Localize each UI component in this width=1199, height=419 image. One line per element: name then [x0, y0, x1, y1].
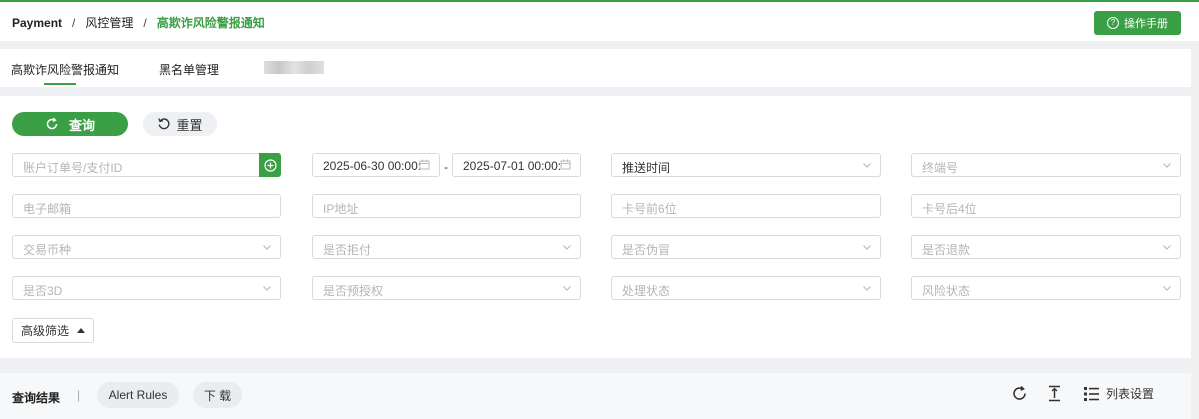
calendar-icon [419, 159, 430, 170]
breadcrumb-separator: / [143, 15, 147, 30]
push-time-value: 推送时间 [622, 161, 671, 175]
preauth-select[interactable]: 是否预授权 [312, 276, 581, 300]
results-toolbar: 查询结果 | Alert Rules 下 载 列表设置 [0, 373, 1191, 419]
tab-bar: 高欺诈风险警报通知 黑名单管理 [0, 49, 1191, 87]
terminal-no-select[interactable]: 终端号 [911, 153, 1181, 177]
chevron-down-icon [263, 286, 271, 291]
3d-placeholder: 是否3D [23, 284, 63, 298]
column-settings-label: 列表设置 [1106, 387, 1155, 401]
reset-button-label: 重置 [176, 117, 203, 133]
start-date-picker[interactable]: 2025-06-30 00:00: [312, 153, 440, 177]
process-status-select[interactable]: 处理状态 [611, 276, 881, 300]
download-button[interactable]: 下 载 [193, 382, 242, 408]
breadcrumb-current: 高欺诈风险警报通知 [156, 16, 265, 30]
results-separator: | [77, 388, 81, 402]
column-height-icon[interactable] [1047, 385, 1062, 402]
manual-button-label: 操作手册 [1124, 18, 1168, 30]
order-id-placeholder: 账户订单号/支付ID [23, 161, 123, 175]
query-button-label: 查询 [68, 117, 95, 133]
push-time-select[interactable]: 推送时间 [611, 153, 881, 177]
declined-select[interactable]: 是否拒付 [312, 235, 581, 259]
end-date-value: 2025-07-01 00:00: [463, 159, 562, 173]
ip-input[interactable]: IP地址 [312, 194, 581, 218]
refresh-icon [46, 117, 58, 130]
chevron-down-icon [1163, 286, 1171, 291]
chevron-down-icon [1163, 245, 1171, 250]
plus-circle-icon [263, 158, 277, 172]
chevron-down-icon [863, 286, 871, 291]
order-id-input[interactable]: 账户订单号/支付ID [12, 153, 260, 177]
query-button[interactable]: 查询 [12, 112, 128, 136]
refund-placeholder: 是否退款 [922, 243, 971, 257]
card-last4-placeholder: 卡号后4位 [922, 202, 977, 216]
fake-select[interactable]: 是否伪冒 [611, 235, 881, 259]
breadcrumb: Payment / 风控管理 / 高欺诈风险警报通知 [12, 14, 265, 31]
card-last4-input[interactable]: 卡号后4位 [911, 194, 1181, 218]
currency-select[interactable]: 交易币种 [12, 235, 281, 259]
risk-status-select[interactable]: 风险状态 [911, 276, 1181, 300]
caret-up-icon [77, 328, 85, 333]
card-first6-input[interactable]: 卡号前6位 [611, 194, 881, 218]
column-settings-button[interactable]: 列表设置 [1083, 385, 1154, 402]
process-status-placeholder: 处理状态 [622, 284, 671, 298]
chevron-down-icon [863, 163, 871, 168]
declined-placeholder: 是否拒付 [323, 243, 372, 257]
email-input[interactable]: 电子邮箱 [12, 194, 281, 218]
add-order-id-button[interactable] [259, 153, 281, 177]
manual-button[interactable]: ? 操作手册 [1094, 11, 1181, 35]
card-first6-placeholder: 卡号前6位 [622, 202, 677, 216]
alert-rules-button[interactable]: Alert Rules [97, 382, 179, 408]
advanced-filter-button[interactable]: 高级筛选 [12, 318, 94, 343]
chevron-down-icon [1163, 163, 1171, 168]
terminal-no-placeholder: 终端号 [922, 161, 959, 175]
fake-placeholder: 是否伪冒 [622, 243, 671, 257]
reset-button[interactable]: 重置 [143, 112, 217, 136]
breadcrumb-risk-control[interactable]: 风控管理 [85, 14, 133, 31]
chevron-down-icon [563, 245, 571, 250]
list-settings-icon [1084, 386, 1099, 401]
reset-icon [158, 118, 171, 130]
filter-panel: 查询 重置 [0, 96, 1191, 358]
end-date-picker[interactable]: 2025-07-01 00:00: [452, 153, 581, 177]
3d-select[interactable]: 是否3D [12, 276, 281, 300]
tab-redacted[interactable] [264, 61, 324, 74]
refund-select[interactable]: 是否退款 [911, 235, 1181, 259]
tab-blacklist[interactable]: 黑名单管理 [159, 61, 219, 78]
risk-status-placeholder: 风险状态 [922, 284, 971, 298]
currency-placeholder: 交易币种 [23, 243, 72, 257]
top-header: Payment / 风控管理 / 高欺诈风险警报通知 ? 操作手册 [0, 0, 1199, 41]
breadcrumb-payment[interactable]: Payment [12, 16, 62, 30]
tab-fraud-alert[interactable]: 高欺诈风险警报通知 [11, 61, 119, 85]
chevron-down-icon [563, 286, 571, 291]
page-scrollbar[interactable] [1191, 41, 1199, 419]
help-circle-icon: ? [1107, 17, 1119, 29]
start-date-value: 2025-06-30 00:00: [323, 159, 422, 173]
date-range-separator: - [444, 160, 448, 174]
breadcrumb-separator: / [72, 15, 76, 30]
chevron-down-icon [263, 245, 271, 250]
advanced-filter-label: 高级筛选 [20, 324, 69, 338]
chevron-down-icon [863, 245, 871, 250]
preauth-placeholder: 是否预授权 [323, 284, 384, 298]
calendar-icon [560, 159, 571, 170]
refresh-icon[interactable] [1011, 385, 1028, 402]
results-label: 查询结果 [12, 391, 61, 405]
ip-placeholder: IP地址 [323, 202, 359, 216]
email-placeholder: 电子邮箱 [23, 202, 72, 216]
